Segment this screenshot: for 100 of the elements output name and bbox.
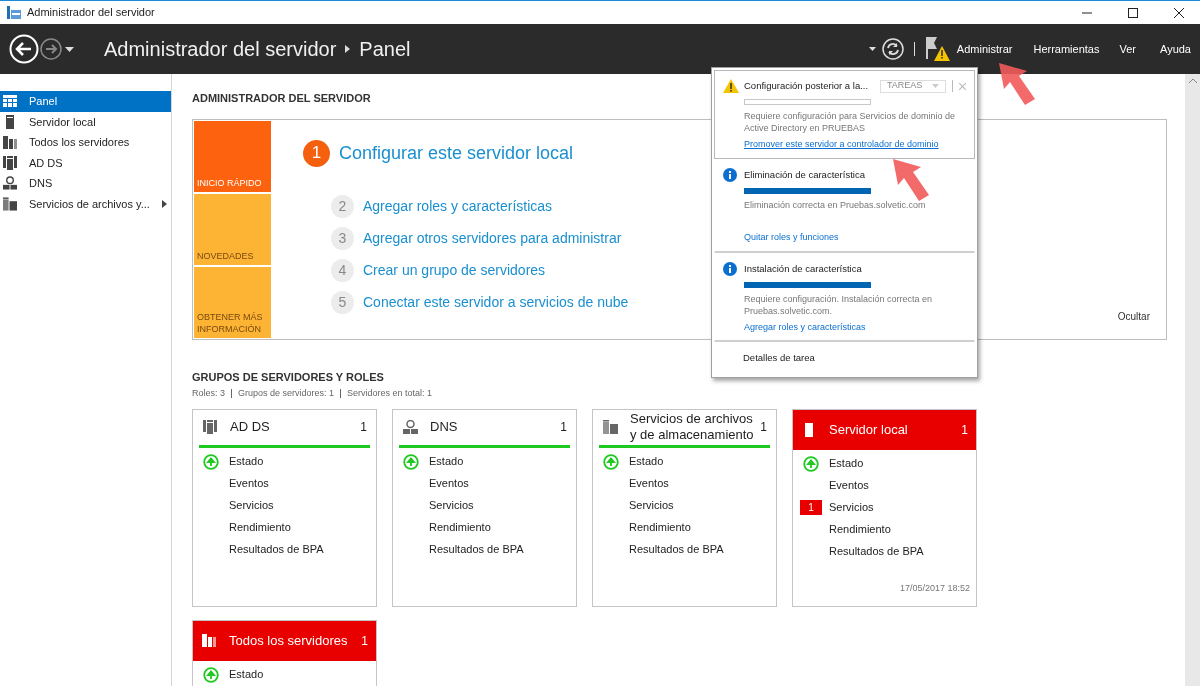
pointer-arrow-icon [997,61,1037,107]
tile-link[interactable]: Resultados de BPA [829,543,924,560]
tile-link[interactable]: Rendimiento [229,519,291,536]
tile-title[interactable]: Servicios de archivos y de almacenamiento [630,411,755,443]
tile-count: 1 [961,421,968,439]
tasks-dropdown[interactable]: TAREAS [880,79,946,93]
forward-icon[interactable] [40,38,62,60]
menu-item[interactable]: Ayuda [1160,40,1191,58]
sidebar-item[interactable]: Servicios de archivos y... [0,193,171,214]
breadcrumb-item[interactable]: Administrador del servidor [104,34,337,64]
section-heading: GRUPOS DE SERVIDORES Y ROLES [192,369,384,385]
tile-title[interactable]: AD DS [230,419,355,435]
tile-link[interactable]: Estado [229,453,264,470]
notification-link[interactable]: Agregar roles y características [744,320,966,335]
dashboard-icon [3,95,17,108]
tile-link[interactable]: Resultados de BPA [429,541,524,558]
files-icon [602,420,618,434]
notification-item[interactable]: Instalación de característica Requiere configuración. Instalación correcta en Pruebas.solvetic.com. Agregar roles y características [714,252,975,343]
notification-link[interactable]: Quitar roles y funciones [744,231,966,245]
notification-title: Instalación de característica [744,261,862,276]
role-tile[interactable]: Todos los servidores 1 Estado [192,619,377,686]
quick-start-tile[interactable]: NOVEDADES [194,193,271,265]
sidebar-item[interactable]: DNS [0,173,171,194]
role-tile[interactable]: DNS 1 Estado Eventos Servicios Rendimiento Resultados de BPA [392,408,577,607]
menu-item[interactable]: Ver [1119,40,1136,58]
tile-link[interactable]: Resultados de BPA [229,541,324,558]
tile-link[interactable]: Servicios [629,497,674,514]
refresh-icon[interactable] [881,38,904,60]
tile-title[interactable]: Todos los servidores [229,632,356,649]
sidebar-item[interactable]: Todos los servidores [0,132,171,153]
sidebar-item[interactable]: AD DS [0,152,171,173]
tile-link[interactable]: Eventos [629,475,669,492]
section-heading: ADMINISTRADOR DEL SERVIDOR [192,91,371,106]
tile-link[interactable]: Rendimiento [429,519,491,536]
tile-link[interactable]: Eventos [829,477,869,494]
notification-description: Eliminación correcta en Pruebas.solvetic.com [744,199,927,211]
tile-link[interactable]: Eventos [229,475,269,492]
tile-count: 1 [361,632,368,650]
notification-item[interactable]: Configuración posterior a la... TAREAS Requiere configuración para Servicios de dominio de Active Directory en PRUEBAS Promover este servidor a controlador de dominio [714,70,975,159]
step-number: 3 [331,227,354,250]
tile-link[interactable]: Servicios [829,499,874,516]
summary-text: Grupos de servidores: 1 [238,387,335,400]
tile-count: 1 [360,419,367,436]
expand-arrow-icon[interactable] [162,199,167,208]
maximize-icon[interactable] [1128,7,1138,18]
timestamp: 17/05/2017 18:52 [899,582,970,595]
task-details-link[interactable]: Detalles de tarea [714,342,975,375]
server-icon [6,114,14,129]
caret-icon[interactable] [868,47,876,51]
tile-link[interactable]: Estado [829,455,864,472]
step-link[interactable]: Agregar otros servidores para administrar [363,228,622,249]
step-number: 5 [331,291,354,314]
scroll-up-icon[interactable] [1188,78,1197,83]
hide-link[interactable]: Ocultar [1117,308,1150,324]
tile-link[interactable]: Estado [429,453,464,470]
tile-link[interactable]: Rendimiento [829,521,891,538]
role-tile[interactable]: AD DS 1 Estado Eventos Servicios Rendimiento Resultados de BPA [192,408,377,607]
step-number: 4 [331,259,354,282]
tile-title[interactable]: Servidor local [829,421,956,438]
summary-text: Servidores en total: 1 [347,387,433,400]
tile-link[interactable]: Eventos [429,475,469,492]
sidebar-item[interactable]: Panel [0,91,171,112]
sidebar-item[interactable]: Servidor local [0,111,171,132]
tile-link[interactable]: Servicios [229,497,274,514]
step-link[interactable]: Configurar este servidor local [339,139,574,167]
notification-warning-icon[interactable] [924,36,951,62]
notification-description: Requiere configuración. Instalación correcta en Pruebas.solvetic.com. [744,292,934,317]
server-icon [805,422,813,437]
tile-link[interactable]: Rendimiento [629,519,691,536]
dns-icon [3,176,17,191]
step-link[interactable]: Agregar roles y características [363,196,553,217]
step-link[interactable]: Crear un grupo de servidores [363,260,546,281]
quick-start-tile[interactable]: OBTENER MÁS INFORMACIÓN [194,266,271,338]
breadcrumb-item[interactable]: Panel [359,34,411,64]
role-tile[interactable]: Servidor local 1 Estado Eventos 1 Servicios Rendimiento Resultados de BPA 17/05/2017 18:52 [792,408,977,607]
close-icon[interactable] [1174,7,1184,18]
info-icon [723,167,737,182]
summary-text: Roles: 3 [192,387,226,400]
tile-count: 1 [760,419,767,436]
window-title: Administrador del servidor [27,5,155,21]
tile-count: 1 [560,419,567,436]
back-icon[interactable] [9,34,39,64]
ad-icon [203,420,217,434]
tile-link[interactable]: Resultados de BPA [629,541,724,558]
scrollbar[interactable] [1185,74,1200,686]
tile-link[interactable]: Estado [229,666,264,683]
ad-icon [3,155,17,170]
caret-icon[interactable] [65,46,74,52]
tile-title[interactable]: DNS [430,419,555,435]
step-link[interactable]: Conectar este servidor a servicios de nube [363,292,629,313]
tile-link[interactable]: Estado [629,453,664,470]
servers-icon [3,135,17,149]
step-number: 1 [303,139,330,167]
caret-icon [932,84,939,89]
menu-item[interactable]: Herramientas [1033,40,1100,58]
files-icon [3,196,17,211]
notification-link[interactable]: Promover este servidor a controlador de dominio [744,138,966,152]
tile-link[interactable]: Servicios [429,497,474,514]
menu-item[interactable]: Administrar [956,40,1013,58]
servers-icon [202,634,216,647]
